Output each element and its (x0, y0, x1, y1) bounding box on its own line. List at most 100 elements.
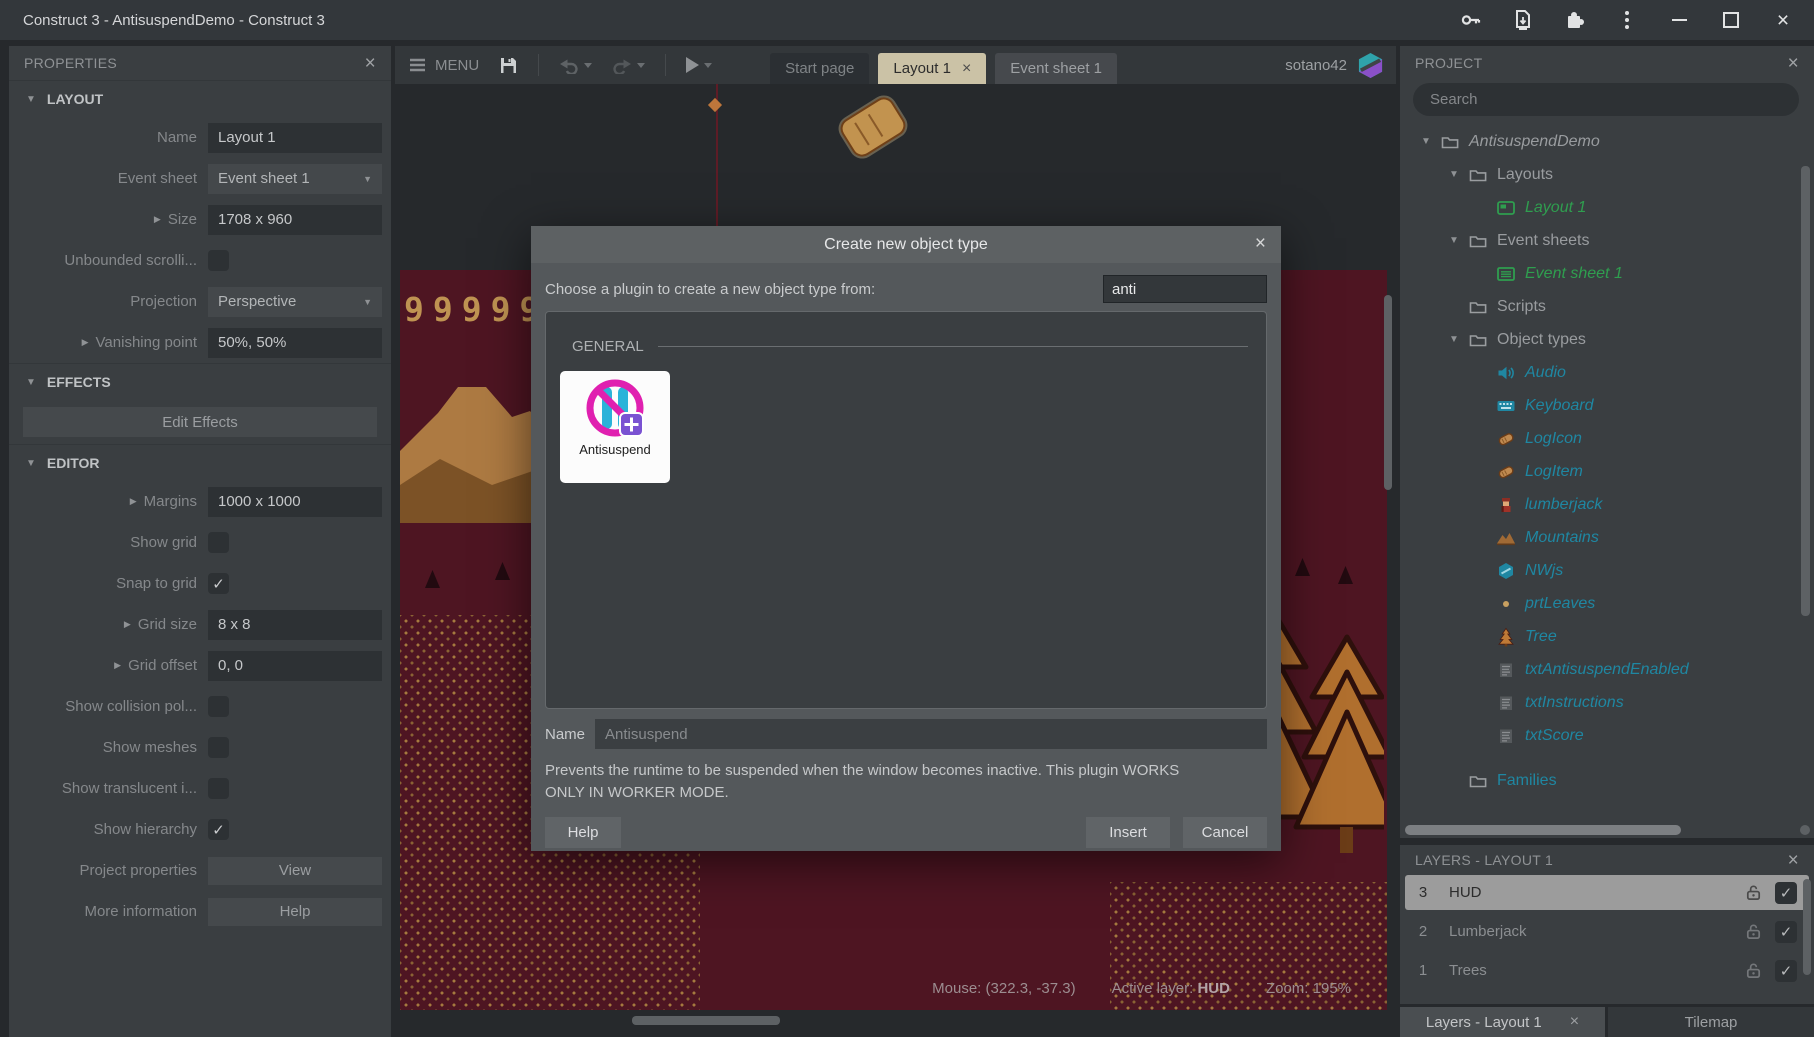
tree-item-tree[interactable]: Tree (1400, 620, 1814, 653)
layer-visible-checkbox[interactable]: ✓ (1775, 999, 1797, 1000)
view-button[interactable]: View (208, 857, 382, 885)
object-name-input[interactable] (595, 719, 1267, 749)
key-icon[interactable] (1460, 9, 1482, 31)
tree-item-object-types[interactable]: ▼Object types (1400, 323, 1814, 356)
tree-item-logicon[interactable]: LogIcon (1400, 422, 1814, 455)
canvas-horizontal-scrollbar[interactable] (632, 1016, 780, 1025)
layer-row-trees[interactable]: 1Trees✓ (1405, 953, 1809, 988)
section-header-editor[interactable]: ▼EDITOR (9, 444, 391, 481)
preview-button[interactable] (686, 57, 712, 73)
snap-to-grid-checkbox[interactable]: ✓ (208, 573, 229, 594)
redo-button[interactable] (612, 57, 645, 74)
insert-button[interactable]: Insert (1086, 817, 1170, 848)
layer-row-lumberjack[interactable]: 2Lumberjack✓ (1405, 914, 1809, 949)
minimize-icon[interactable] (1668, 9, 1690, 31)
tab-close-icon[interactable]: × (962, 60, 971, 78)
plugin-search-input[interactable] (1103, 275, 1267, 303)
import-file-icon[interactable] (1512, 9, 1534, 31)
grid-size-input[interactable] (208, 610, 382, 640)
layers-vertical-scrollbar[interactable] (1803, 879, 1811, 975)
tab-close-icon[interactable]: × (1570, 1013, 1579, 1031)
undo-button[interactable] (559, 57, 592, 74)
tab-tilemap[interactable]: Tilemap (1608, 1007, 1814, 1037)
tree-item-event-sheet-1[interactable]: Event sheet 1 (1400, 257, 1814, 290)
tab-start-page[interactable]: Start page (770, 53, 869, 84)
tree-item-prtleaves[interactable]: prtLeaves (1400, 587, 1814, 620)
redo-dropdown-icon[interactable] (637, 63, 645, 68)
tree-item-txtscore[interactable]: txtScore (1400, 719, 1814, 752)
tree-item-lumberjack[interactable]: lumberjack (1400, 488, 1814, 521)
name-input[interactable] (208, 123, 382, 153)
show-hierarchy-checkbox[interactable]: ✓ (208, 819, 229, 840)
tree-item-scripts[interactable]: Scripts (1400, 290, 1814, 323)
undo-dropdown-icon[interactable] (584, 63, 592, 68)
layer-visible-checkbox[interactable]: ✓ (1775, 921, 1797, 943)
margins-input[interactable] (208, 487, 382, 517)
tree-item-nwjs[interactable]: NWjs (1400, 554, 1814, 587)
show-grid-checkbox[interactable] (208, 532, 229, 553)
tree-item-audio[interactable]: Audio (1400, 356, 1814, 389)
lock-icon[interactable] (1744, 961, 1763, 980)
help-button[interactable]: Help (545, 817, 621, 848)
project-close-icon[interactable]: × (1788, 54, 1799, 73)
tree-item-layouts[interactable]: ▼Layouts (1400, 158, 1814, 191)
preview-dropdown-icon[interactable] (704, 63, 712, 68)
tab-layers-layout-1[interactable]: Layers - Layout 1 × (1400, 1007, 1605, 1037)
section-header-layout[interactable]: ▼LAYOUT (9, 80, 391, 117)
tree-item-mountains[interactable]: Mountains (1400, 521, 1814, 554)
unbounded-scrolli-checkbox[interactable] (208, 250, 229, 271)
grid-offset-input[interactable] (208, 651, 382, 681)
layer-visible-checkbox[interactable]: ✓ (1775, 960, 1797, 982)
tree-caret-icon[interactable]: ▼ (1442, 169, 1466, 180)
tree-caret-icon[interactable]: ▼ (1442, 334, 1466, 345)
tree-item-txtinstructions[interactable]: txtInstructions (1400, 686, 1814, 719)
tree-item-event-sheets[interactable]: ▼Event sheets (1400, 224, 1814, 257)
expand-icon[interactable]: ▶ (124, 619, 131, 630)
log-sprite-object[interactable] (836, 93, 909, 160)
event-sheet-select[interactable]: Event sheet 1▼ (208, 164, 382, 194)
save-button[interactable] (499, 56, 518, 75)
project-search-input[interactable] (1413, 83, 1799, 116)
expand-icon[interactable]: ▶ (114, 660, 121, 671)
layer-row-item[interactable]: ✓ (1405, 992, 1809, 999)
lock-icon[interactable] (1744, 922, 1763, 941)
layers-close-icon[interactable]: × (1788, 851, 1799, 870)
plugin-card-antisuspend[interactable]: Antisuspend (560, 371, 670, 483)
properties-close-icon[interactable]: × (365, 54, 376, 73)
expand-icon[interactable]: ▶ (154, 214, 161, 225)
kebab-menu-icon[interactable] (1616, 9, 1638, 31)
show-collision-pol-checkbox[interactable] (208, 696, 229, 717)
vanishing-point-input[interactable] (208, 328, 382, 358)
tab-layout-1[interactable]: Layout 1 × (878, 53, 986, 84)
addons-icon[interactable] (1564, 9, 1586, 31)
projection-select[interactable]: Perspective▼ (208, 287, 382, 317)
layout-edge-handle[interactable] (708, 98, 722, 112)
tree-item-antisuspenddemo[interactable]: ▼AntisuspendDemo (1400, 125, 1814, 158)
show-meshes-checkbox[interactable] (208, 737, 229, 758)
project-vertical-scrollbar[interactable] (1801, 166, 1810, 616)
expand-icon[interactable]: ▶ (130, 496, 137, 507)
tree-caret-icon[interactable]: ▼ (1414, 136, 1438, 147)
close-icon[interactable]: × (1772, 9, 1794, 31)
project-horizontal-scrollbar[interactable] (1405, 825, 1681, 835)
maximize-icon[interactable] (1720, 9, 1742, 31)
edit-effects-button[interactable]: Edit Effects (23, 407, 377, 437)
tree-caret-icon[interactable]: ▼ (1442, 235, 1466, 246)
canvas-vertical-scrollbar[interactable] (1384, 295, 1392, 490)
tab-event-sheet-1[interactable]: Event sheet 1 (995, 53, 1117, 84)
tree-item-logitem[interactable]: LogItem (1400, 455, 1814, 488)
help-button[interactable]: Help (208, 898, 382, 926)
tree-item-families[interactable]: Families (1400, 764, 1814, 789)
lock-icon[interactable] (1744, 883, 1763, 902)
cancel-button[interactable]: Cancel (1183, 817, 1267, 848)
layer-row-hud[interactable]: 3HUD✓ (1405, 875, 1809, 910)
section-header-effects[interactable]: ▼EFFECTS (9, 363, 391, 400)
show-translucent-i-checkbox[interactable] (208, 778, 229, 799)
layer-visible-checkbox[interactable]: ✓ (1775, 882, 1797, 904)
tree-item-keyboard[interactable]: Keyboard (1400, 389, 1814, 422)
expand-icon[interactable]: ▶ (82, 337, 89, 348)
tree-item-txtantisuspendenabled[interactable]: txtAntisuspendEnabled (1400, 653, 1814, 686)
size-input[interactable] (208, 205, 382, 235)
menu-button[interactable]: MENU (409, 57, 479, 74)
tree-item-layout-1[interactable]: Layout 1 (1400, 191, 1814, 224)
